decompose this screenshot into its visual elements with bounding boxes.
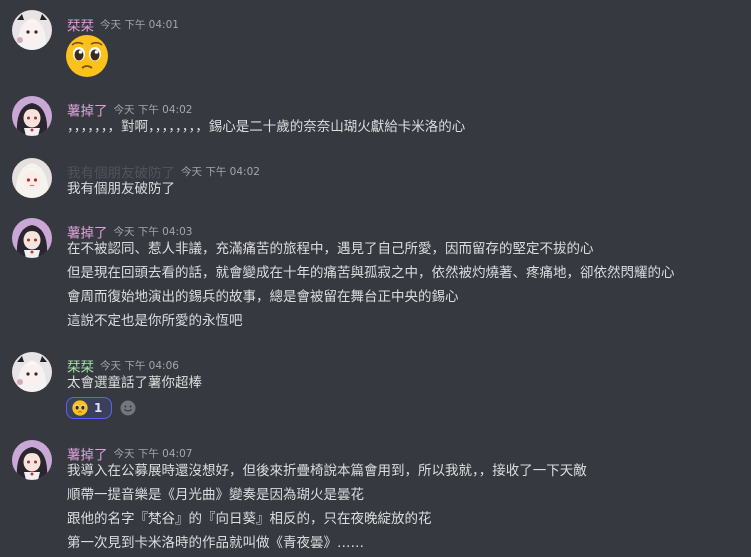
chat-messages: 栞栞 今天 下午 04:01 薯掉了 今天 下午 04:02 ，，，，，，，對啊… — [0, 0, 751, 557]
avatar[interactable] — [12, 218, 52, 258]
message-text: 跟他的名字『梵谷』的『向日葵』相反的，只在夜晚綻放的花 — [67, 511, 432, 527]
avatar[interactable] — [12, 96, 52, 136]
message-text: ，，，，，，，對啊，，，，，，，，錫心是二十歲的奈奈山瑚火獻給卡米洛的心 — [67, 119, 466, 135]
message-text: 會周而復始地演出的錫兵的故事，總是會被留在舞台正中央的錫心 — [67, 289, 459, 305]
reaction-button[interactable]: 1 — [66, 397, 112, 419]
dark-haired-girl-avatar-icon — [12, 440, 52, 480]
add-reaction-icon[interactable] — [119, 399, 137, 417]
timestamp: 今天 下午 04:06 — [100, 360, 179, 372]
message-text: 太會選童話了薯你超棒 — [67, 375, 202, 391]
avatar[interactable] — [12, 158, 52, 198]
avatar[interactable] — [12, 352, 52, 392]
white-haired-girl-avatar-icon — [12, 352, 52, 392]
message-header: 薯掉了 今天 下午 04:03 — [67, 221, 193, 242]
dark-haired-girl-avatar-icon — [12, 96, 52, 136]
message-header: 栞栞 今天 下午 04:01 — [67, 14, 179, 35]
timestamp: 今天 下午 04:01 — [100, 19, 179, 31]
message-header: 薯掉了 今天 下午 04:02 — [67, 99, 193, 120]
message-text: 我導入在公募展時還沒想好，但後來折疊椅說本篇會用到，所以我就，，接收了一下天敵 — [67, 463, 587, 479]
pleading-face-emoji — [72, 400, 88, 416]
reaction-count: 1 — [94, 401, 103, 415]
timestamp: 今天 下午 04:02 — [181, 166, 260, 178]
message-text: 但是現在回頭去看的話，就會變成在十年的痛苦與孤寂之中，依然被灼燒著、疼痛地，卻依… — [67, 265, 675, 281]
message-header: 我有個朋友破防了 今天 下午 04:02 — [67, 161, 260, 182]
avatar[interactable] — [12, 440, 52, 480]
dark-haired-girl-avatar-icon — [12, 218, 52, 258]
white-haired-girl-avatar-icon — [12, 10, 52, 50]
message-text: 順帶一提音樂是《月光曲》變奏是因為瑚火是曇花 — [67, 487, 364, 503]
message-text: 在不被認同、惹人非議，充滿痛苦的旅程中，遇見了自己所愛，因而留存的堅定不拔的心 — [67, 241, 594, 257]
message-text: 這說不定也是你所愛的永恆吧 — [67, 313, 243, 329]
timestamp: 今天 下午 04:02 — [113, 104, 193, 116]
timestamp: 今天 下午 04:03 — [113, 226, 193, 238]
white-haired-red-eyed-avatar-icon — [12, 158, 52, 198]
pleading-face-emoji — [65, 34, 109, 78]
timestamp: 今天 下午 04:07 — [113, 448, 193, 460]
message-header: 栞栞 今天 下午 04:06 — [67, 355, 179, 376]
message-text: 第一次見到卡米洛時的作品就叫做《青夜曇》…… — [67, 535, 364, 551]
message-text: 我有個朋友破防了 — [67, 181, 175, 197]
message-header: 薯掉了 今天 下午 04:07 — [67, 443, 193, 464]
username[interactable]: 栞栞 — [67, 19, 94, 35]
avatar[interactable] — [12, 10, 52, 50]
